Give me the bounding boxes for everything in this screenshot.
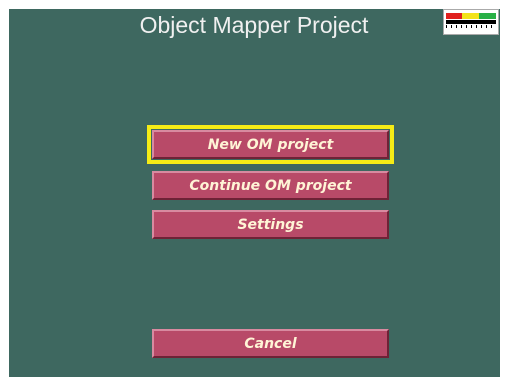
continue-om-project-button[interactable]: Continue OM project <box>152 171 389 200</box>
settings-label: Settings <box>237 216 304 233</box>
battery-green-segment <box>479 13 496 19</box>
battery-scale-ticks <box>446 25 496 28</box>
cancel-label: Cancel <box>244 335 297 352</box>
continue-om-project-label: Continue OM project <box>189 177 352 194</box>
battery-yellow-segment <box>462 13 479 19</box>
new-om-project-label: New OM project <box>207 136 334 153</box>
battery-red-segment <box>446 13 462 19</box>
page-title: Object Mapper Project <box>139 12 369 38</box>
new-om-project-button[interactable]: New OM project <box>152 130 389 159</box>
cancel-button[interactable]: Cancel <box>152 329 389 358</box>
settings-button[interactable]: Settings <box>152 210 389 239</box>
battery-level-icon <box>443 9 499 35</box>
battery-scale-line <box>446 20 496 24</box>
